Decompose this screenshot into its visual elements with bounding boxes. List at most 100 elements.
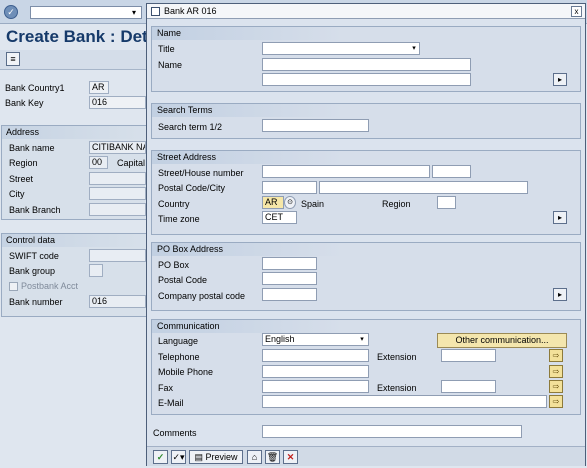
fax-more-icon[interactable]: ⇨ [549, 380, 563, 393]
postbank-label: Postbank Acct [21, 281, 79, 291]
more-pobox-icon[interactable]: ▸ [553, 288, 567, 301]
dialog-title: Bank AR 016 [164, 6, 217, 16]
bank-branch-label: Bank Branch [9, 205, 61, 215]
delete-trash-icon[interactable]: 🗑 [265, 450, 280, 464]
telephone-field[interactable] [262, 349, 369, 362]
bank-country-field: AR [89, 81, 109, 94]
address-group-header: Address [2, 126, 147, 139]
bank-name-field[interactable]: CITIBANK NA [89, 141, 146, 154]
region-field[interactable]: 00 [89, 156, 108, 169]
region-description: Capital [117, 158, 146, 168]
fax-label: Fax [158, 383, 174, 393]
bank-branch-field[interactable] [89, 203, 146, 216]
bank-number-label: Bank number [9, 297, 63, 307]
comments-label: Comments [153, 428, 197, 438]
street-label: Street [9, 174, 34, 184]
preview-label: Preview [205, 452, 238, 462]
po-box-field[interactable] [262, 257, 317, 270]
name-field-2[interactable] [262, 73, 471, 86]
postal-code-field[interactable] [262, 181, 317, 194]
name-section-header: Name [152, 27, 580, 40]
more-address-icon[interactable]: ▸ [553, 211, 567, 224]
control-data-header: Control data [2, 234, 147, 247]
close-icon[interactable]: x [571, 6, 582, 17]
mobile-phone-label: Mobile Phone [158, 367, 214, 377]
confirm-check-icon[interactable]: ✓ [153, 450, 168, 464]
time-zone-field[interactable]: CET [262, 211, 297, 224]
bank-number-field: 016 [89, 295, 146, 308]
country-name: Spain [301, 199, 325, 209]
house-number-field[interactable] [432, 165, 471, 178]
email-field[interactable] [262, 395, 547, 408]
bank-address-dialog: Bank AR 016 x Name Title ▾ Name ▸ Search… [146, 3, 586, 466]
language-field[interactable]: English [262, 333, 369, 346]
region-label: Region [9, 158, 38, 168]
command-dropdown-icon[interactable]: ▾ [128, 7, 140, 18]
bank-country-label: Bank Country1 [5, 83, 65, 93]
time-zone-label: Time zone [158, 214, 200, 224]
po-box-header: PO Box Address [152, 243, 580, 256]
window-icon [151, 7, 160, 16]
street-region-field[interactable] [437, 196, 456, 209]
swift-code-field[interactable] [89, 249, 146, 262]
title-field[interactable] [262, 42, 420, 55]
telephone-label: Telephone [158, 352, 200, 362]
bank-group-label: Bank group [9, 266, 56, 276]
display-change-icon[interactable]: ≡ [6, 52, 20, 66]
telephone-extension-field[interactable] [441, 349, 496, 362]
more-names-icon[interactable]: ▸ [553, 73, 567, 86]
other-communication-button[interactable]: Other communication... [437, 333, 567, 348]
city-label: City [9, 189, 25, 199]
email-more-icon[interactable]: ⇨ [549, 395, 563, 408]
street-region-label: Region [382, 199, 411, 209]
application-toolbar [0, 50, 150, 70]
language-dropdown-icon[interactable]: ▾ [357, 334, 367, 345]
city-field[interactable] [319, 181, 528, 194]
name-label: Name [158, 60, 183, 70]
preview-icon: ▤ [194, 452, 206, 462]
bank-group-field[interactable] [89, 264, 103, 277]
telephone-extension-label: Extension [377, 352, 417, 362]
search-terms-header: Search Terms [152, 104, 580, 117]
company-postal-code-label: Company postal code [158, 291, 246, 301]
street-field[interactable] [262, 165, 430, 178]
po-postal-code-field[interactable] [262, 272, 317, 285]
bank-key-field: 016 [89, 96, 146, 109]
city-field[interactable] [89, 187, 146, 200]
country-search-icon[interactable]: ⊙ [284, 196, 296, 209]
mobile-phone-field[interactable] [262, 365, 369, 378]
bank-name-label: Bank name [9, 143, 55, 153]
street-address-header: Street Address [152, 151, 580, 164]
fax-extension-field[interactable] [441, 380, 496, 393]
po-postal-code-label: Postal Code [158, 275, 208, 285]
swift-code-label: SWIFT code [9, 251, 59, 261]
preview-button[interactable]: ▤ Preview [189, 450, 243, 464]
fax-extension-label: Extension [377, 383, 417, 393]
mobile-more-icon[interactable]: ⇨ [549, 365, 563, 378]
language-label: Language [158, 336, 199, 346]
check-entries-icon[interactable]: ✓▾ [171, 450, 186, 464]
postal-city-label: Postal Code/City [158, 183, 226, 193]
street-field[interactable] [89, 172, 146, 185]
postbank-checkbox[interactable] [9, 282, 18, 291]
po-box-label: PO Box [158, 260, 190, 270]
title-label: Title [158, 44, 175, 54]
title-dropdown-icon[interactable]: ▾ [409, 43, 419, 54]
enter-check-icon[interactable]: ✓ [4, 5, 18, 19]
communication-header: Communication [152, 320, 580, 333]
company-postal-code-field[interactable] [262, 288, 317, 301]
bank-key-label: Bank Key [5, 98, 44, 108]
dialog-footer: ✓ ✓▾ ▤ Preview ⌂ 🗑 ✕ [147, 446, 585, 466]
name-field-1[interactable] [262, 58, 471, 71]
address-versions-icon[interactable]: ⌂ [247, 450, 262, 464]
command-field[interactable] [30, 6, 142, 19]
fax-field[interactable] [262, 380, 369, 393]
country-label: Country [158, 199, 190, 209]
cancel-x-icon[interactable]: ✕ [283, 450, 298, 464]
search-term-label: Search term 1/2 [158, 122, 223, 132]
search-term-field[interactable] [262, 119, 369, 132]
comments-field[interactable] [262, 425, 522, 438]
email-label: E-Mail [158, 398, 184, 408]
country-field[interactable]: AR [262, 196, 284, 209]
telephone-more-icon[interactable]: ⇨ [549, 349, 563, 362]
